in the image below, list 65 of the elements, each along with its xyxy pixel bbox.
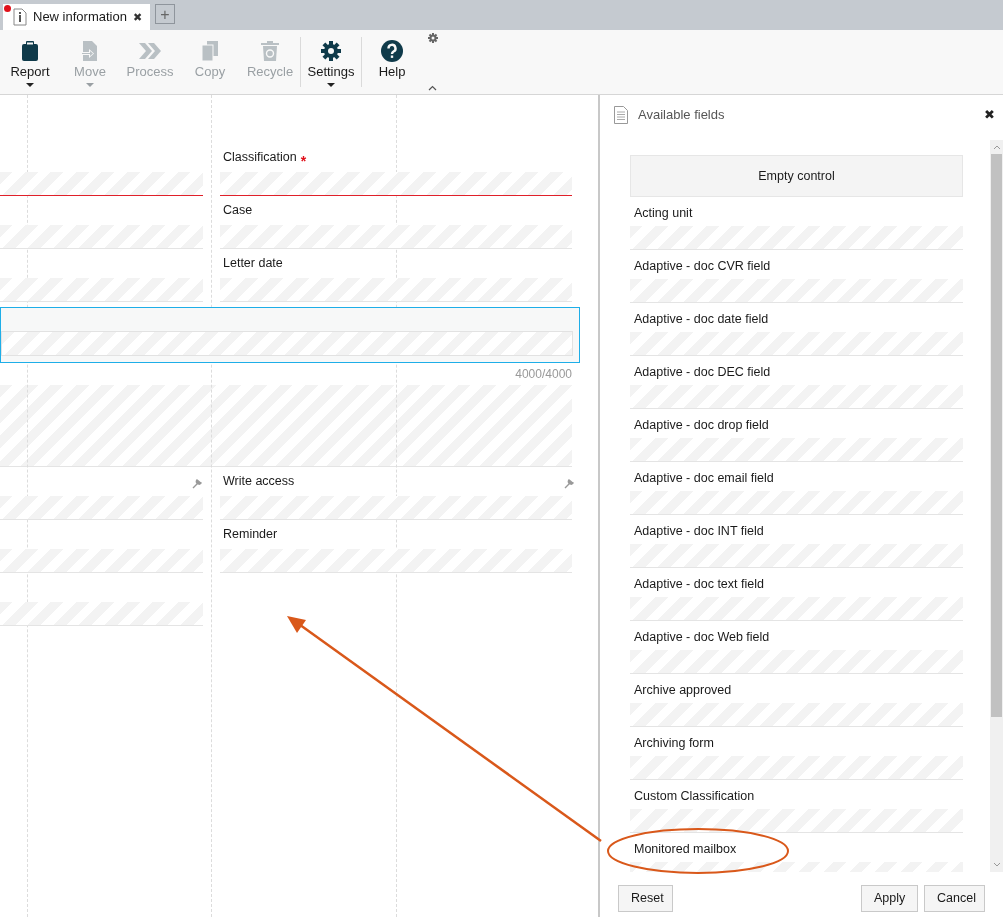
field-label: Adaptive - doc Web field [634, 629, 770, 647]
field-label: Adaptive - doc email field [634, 470, 774, 488]
field-placeholder[interactable] [630, 544, 963, 568]
field-placeholder[interactable] [630, 279, 963, 303]
caret-icon [86, 83, 94, 87]
caret-icon [327, 83, 335, 87]
field-label: Monitored mailbox [634, 841, 737, 859]
field-label: Archive approved [634, 682, 732, 700]
help-icon [381, 39, 403, 62]
required-marker: * [300, 155, 307, 167]
field-label: Letter date [223, 255, 283, 273]
tab-title: New information [33, 8, 127, 27]
field-placeholder[interactable] [630, 809, 963, 833]
reset-button[interactable]: Reset [618, 885, 673, 912]
info-document-icon [13, 8, 27, 26]
input-field[interactable] [220, 172, 572, 196]
field-label: Archiving form [634, 735, 714, 753]
field-label: Case [223, 202, 253, 220]
text-area[interactable] [0, 385, 572, 467]
field-label: Reminder [223, 526, 278, 544]
wrench-icon[interactable] [564, 479, 574, 489]
settings-icon[interactable] [428, 33, 438, 43]
field-placeholder[interactable] [630, 438, 963, 462]
document-arrow-icon [81, 40, 99, 61]
caret-icon [26, 83, 34, 87]
panel-title: Available fields [638, 106, 726, 125]
toolbar-button[interactable]: Settings [301, 30, 361, 92]
field-label: Acting unit [634, 205, 693, 223]
input-field[interactable] [0, 172, 203, 196]
field-label: Adaptive - doc text field [634, 576, 764, 594]
field-placeholder[interactable] [630, 650, 963, 674]
field-placeholder[interactable] [630, 491, 963, 515]
settings-icon [321, 40, 341, 61]
empty-control-button[interactable]: Empty control [630, 155, 963, 197]
document-tab[interactable]: New information ✖ [3, 4, 150, 30]
document-icon [614, 106, 628, 124]
scrollbar[interactable] [990, 140, 1003, 872]
close-icon[interactable]: ✖ [984, 105, 995, 125]
field-label: Adaptive - doc INT field [634, 523, 764, 541]
field-placeholder[interactable] [630, 756, 963, 780]
field-placeholder[interactable] [630, 597, 963, 621]
close-icon[interactable]: ✖ [132, 8, 142, 26]
field-placeholder[interactable] [630, 332, 963, 356]
field-label: Classification [223, 149, 297, 167]
field-label: Adaptive - doc DEC field [634, 364, 771, 382]
cancel-button[interactable]: Cancel [924, 885, 985, 912]
field-placeholder[interactable] [630, 703, 963, 727]
collapse-icon[interactable] [428, 85, 437, 91]
double-chevron-icon [139, 42, 161, 59]
wrench-icon[interactable] [192, 479, 202, 489]
field-label: Custom Classification [634, 788, 755, 806]
field-label: Write access [223, 473, 295, 491]
character-counter: 4000/4000 [515, 366, 572, 383]
field-placeholder[interactable] [630, 226, 963, 250]
field-label: Adaptive - doc CVR field [634, 258, 771, 276]
recycle-bin-icon [261, 40, 279, 61]
memo-panel[interactable] [0, 307, 580, 363]
copy-icon [202, 40, 218, 61]
toolbar-button[interactable]: Help [362, 30, 422, 92]
apply-button[interactable]: Apply [861, 885, 918, 912]
field-placeholder[interactable] [630, 385, 963, 409]
toolbar-button[interactable]: Report [0, 30, 60, 92]
field-label: Adaptive - doc drop field [634, 417, 769, 435]
clipboard-icon [22, 40, 38, 61]
field-label: Adaptive - doc date field [634, 311, 769, 329]
